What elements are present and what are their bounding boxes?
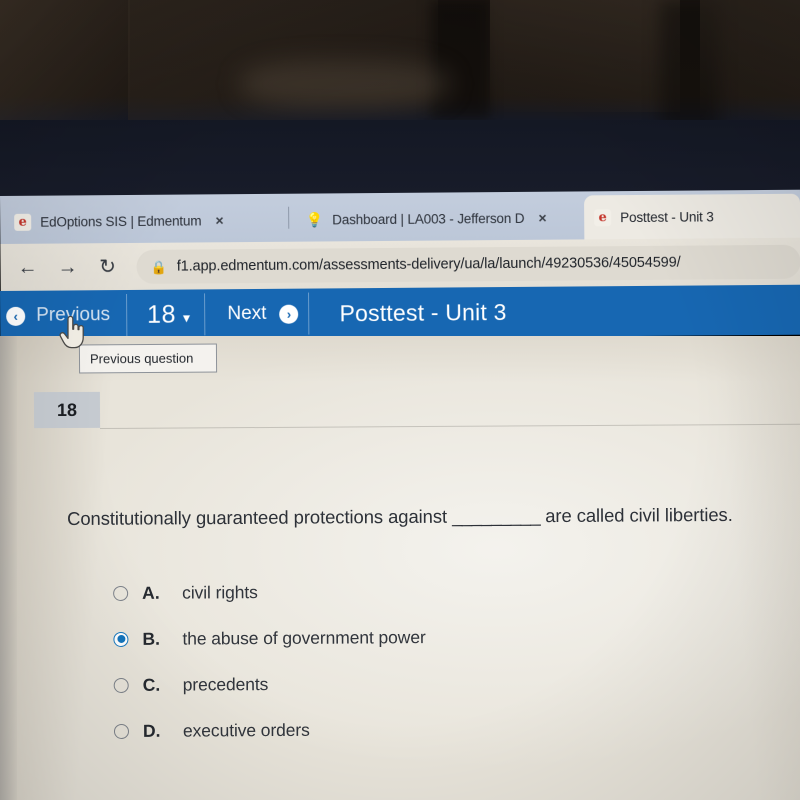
- radio-button-a[interactable]: [113, 585, 129, 601]
- option-text: the abuse of government power: [182, 626, 426, 649]
- forward-icon[interactable]: →: [50, 250, 84, 284]
- next-label: Next: [227, 302, 267, 325]
- back-icon[interactable]: ←: [10, 251, 44, 285]
- reflection-highlight-right: [700, 0, 800, 120]
- option-letter: D.: [142, 720, 161, 741]
- edmentum-icon: e: [594, 208, 612, 226]
- browser-chrome: e EdOptions SIS | Edmentum × 💡 Dashboard…: [0, 189, 800, 292]
- tab-title: EdOptions SIS | Edmentum: [40, 212, 202, 230]
- question-text: Constitutionally guaranteed protections …: [67, 504, 796, 530]
- browser-tab-dashboard-la003[interactable]: 💡 Dashboard | LA003 - Jefferson D ×: [296, 195, 580, 241]
- option-text: precedents: [182, 673, 269, 695]
- reflection-haze: [240, 60, 450, 108]
- question-card: 18 Constitutionally guaranteed protectio…: [17, 342, 800, 800]
- radio-button-d[interactable]: [113, 723, 130, 739]
- browser-urlbar-row: ← → ↻ 🔒 f1.app.edmentum.com/assessments-…: [0, 237, 800, 292]
- question-text-before: Constitutionally guaranteed protections …: [67, 505, 448, 529]
- answer-options-list: A. civil rights B. the abuse of governme…: [113, 566, 797, 754]
- tooltip-text: Previous question: [89, 350, 194, 367]
- screenshot-root: e EdOptions SIS | Edmentum × 💡 Dashboard…: [0, 0, 800, 800]
- reflection-highlight-midright: [490, 0, 680, 112]
- reload-icon[interactable]: ↻: [90, 250, 124, 284]
- monitor-bezel-reflection: [0, 0, 800, 200]
- browser-tab-edoptions-sis[interactable]: e EdOptions SIS | Edmentum ×: [4, 198, 290, 244]
- arrow-left-circle-icon: ‹: [6, 306, 26, 326]
- question-number-badge: 18: [33, 391, 101, 429]
- assessment-toolbar: ‹ Previous 18 ▾ Next › Posttest - Unit 3: [0, 284, 800, 341]
- address-bar[interactable]: 🔒 f1.app.edmentum.com/assessments-delive…: [136, 244, 800, 284]
- option-text: civil rights: [182, 581, 258, 603]
- radio-button-b[interactable]: [113, 631, 129, 647]
- radio-button-c[interactable]: [113, 677, 129, 693]
- tab-title: Posttest - Unit 3: [620, 208, 714, 225]
- url-text: f1.app.edmentum.com/assessments-delivery…: [176, 254, 681, 275]
- option-text: executive orders: [182, 719, 310, 741]
- bezel-lower-band: [0, 120, 800, 200]
- answer-option-a[interactable]: A. civil rights: [113, 566, 796, 616]
- page-left-strip: [0, 336, 17, 800]
- tab-title: Dashboard | LA003 - Jefferson D: [332, 210, 525, 227]
- reflection-highlight-left: [0, 0, 130, 122]
- question-header-divider: [100, 423, 800, 429]
- reflection-shadow-center: [430, 0, 490, 118]
- question-number-value: 18: [146, 300, 177, 329]
- question-text-after: are called civil liberties.: [545, 503, 733, 527]
- arrow-right-circle-icon: ›: [279, 304, 299, 324]
- lightbulb-icon: 💡: [305, 211, 324, 228]
- option-letter: A.: [142, 582, 160, 603]
- browser-tabstrip: e EdOptions SIS | Edmentum × 💡 Dashboard…: [0, 189, 800, 244]
- answer-option-b[interactable]: B. the abuse of government power: [113, 612, 796, 662]
- option-letter: B.: [142, 628, 160, 649]
- assessment-page: 18 Constitutionally guaranteed protectio…: [0, 336, 800, 800]
- chevron-down-icon: ▾: [182, 309, 191, 326]
- question-number-dropdown[interactable]: 18 ▾: [127, 289, 205, 340]
- edmentum-icon: e: [14, 213, 32, 231]
- previous-question-tooltip: Previous question: [78, 343, 218, 374]
- question-blank: _________: [451, 505, 541, 527]
- close-icon[interactable]: ×: [215, 212, 223, 228]
- tab-divider: [288, 206, 290, 229]
- option-letter: C.: [142, 674, 161, 695]
- answer-option-d[interactable]: D. executive orders: [113, 704, 797, 754]
- close-icon[interactable]: ×: [538, 210, 546, 226]
- lock-icon: 🔒: [150, 259, 167, 275]
- assessment-title: Posttest - Unit 3: [339, 298, 507, 326]
- browser-tab-posttest-unit-3[interactable]: e Posttest - Unit 3: [584, 193, 800, 240]
- mouse-cursor-hand-icon: [58, 315, 86, 350]
- next-question-button[interactable]: Next ›: [205, 289, 308, 340]
- answer-option-c[interactable]: C. precedents: [113, 658, 797, 708]
